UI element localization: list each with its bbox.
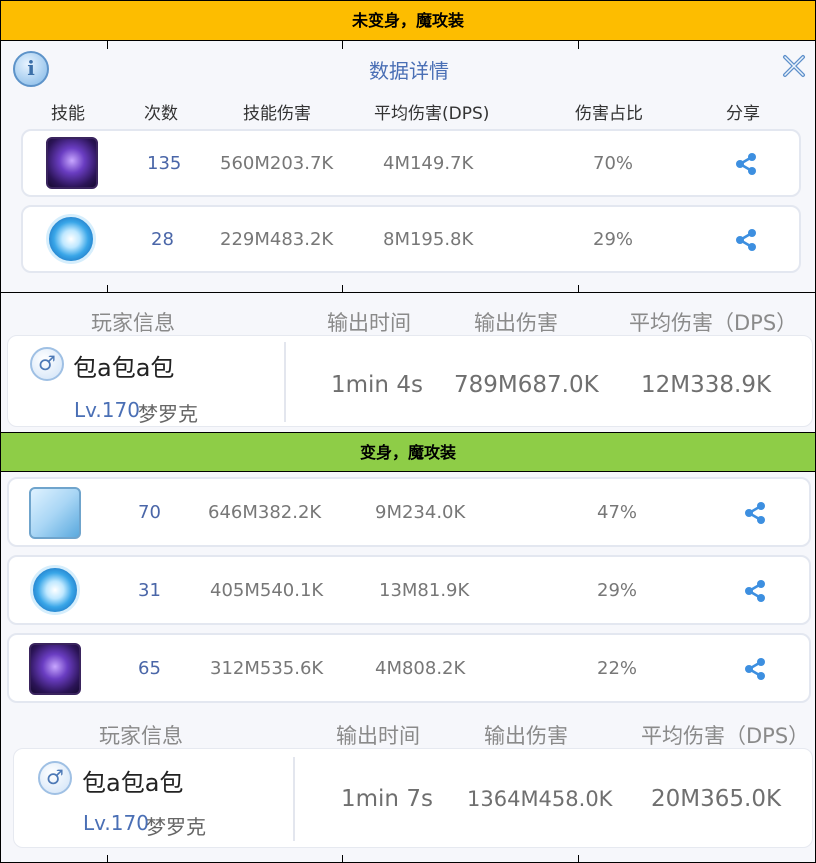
header-player-info: 玩家信息 bbox=[99, 724, 183, 748]
header-count: 次数 bbox=[144, 104, 178, 124]
banner-top: 未变身，魔攻装 bbox=[0, 0, 816, 41]
purple-burst-skill-icon bbox=[29, 643, 81, 695]
output-time: 1min 7s bbox=[341, 786, 433, 812]
header-avg-dps: 平均伤害（DPS） bbox=[629, 311, 798, 335]
header-avg-dps: 平均伤害（DPS） bbox=[641, 724, 810, 748]
skill-damage: 312M535.6K bbox=[210, 658, 324, 679]
divider bbox=[293, 757, 295, 841]
header-share: 分享 bbox=[726, 104, 760, 124]
header-output-time: 输出时间 bbox=[336, 724, 420, 748]
blue-orb-skill-icon bbox=[30, 565, 80, 615]
header-output-time: 输出时间 bbox=[327, 311, 411, 335]
crop-tick bbox=[342, 41, 343, 49]
crop-tick bbox=[578, 41, 579, 49]
skill-damage: 405M540.1K bbox=[210, 580, 324, 601]
player-name: 包a包a包 bbox=[73, 354, 175, 382]
header-dps: 平均伤害(DPS) bbox=[374, 104, 490, 124]
header-ratio: 伤害占比 bbox=[575, 104, 643, 124]
table-row: 70 646M382.2K 9M234.0K 47% bbox=[7, 477, 811, 547]
skill-count: 135 bbox=[147, 153, 182, 174]
skill-dps: 8M195.8K bbox=[383, 229, 474, 250]
skill-count: 31 bbox=[138, 580, 161, 601]
share-icon[interactable] bbox=[742, 656, 768, 682]
crop-tick bbox=[107, 855, 108, 863]
sword-skill-icon bbox=[29, 487, 81, 539]
player-card: ♂ 包a包a包 Lv.170 梦罗克 1min 4s 789M687.0K 12… bbox=[7, 335, 813, 427]
skill-dps: 9M234.0K bbox=[375, 502, 466, 523]
skill-damage: 646M382.2K bbox=[208, 502, 322, 523]
header-damage: 技能伤害 bbox=[243, 104, 311, 124]
skill-list-section: 70 646M382.2K 9M234.0K 47% 31 405M540.1K… bbox=[0, 472, 816, 710]
table-row: 28 229M483.2K 8M195.8K 29% bbox=[21, 205, 801, 273]
damage-ratio: 29% bbox=[597, 580, 638, 601]
crop-tick bbox=[107, 285, 108, 293]
skill-dps: 4M808.2K bbox=[375, 658, 466, 679]
header-output-damage: 输出伤害 bbox=[474, 311, 558, 335]
table-row: 135 560M203.7K 4M149.7K 70% bbox=[21, 129, 801, 197]
skill-count: 28 bbox=[151, 229, 174, 250]
purple-burst-skill-icon bbox=[46, 137, 98, 189]
skill-count: 65 bbox=[138, 658, 161, 679]
crop-tick bbox=[578, 285, 579, 293]
close-icon[interactable] bbox=[781, 53, 807, 79]
share-icon[interactable] bbox=[742, 578, 768, 604]
header-player-info: 玩家信息 bbox=[91, 311, 175, 335]
player-job: 梦罗克 bbox=[138, 402, 198, 426]
skill-dps: 4M149.7K bbox=[383, 153, 474, 174]
average-dps: 12M338.9K bbox=[641, 372, 772, 398]
skill-damage: 560M203.7K bbox=[220, 153, 334, 174]
share-icon[interactable] bbox=[733, 151, 759, 177]
player-card: ♂ 包a包a包 Lv.170 梦罗克 1min 7s 1364M458.0K 2… bbox=[13, 748, 813, 848]
skill-damage: 229M483.2K bbox=[220, 229, 334, 250]
header-skill: 技能 bbox=[51, 104, 85, 124]
data-detail-panel: i 数据详情 技能 次数 技能伤害 平均伤害(DPS) 伤害占比 分享 135 … bbox=[0, 41, 816, 293]
player-job: 梦罗克 bbox=[146, 815, 206, 839]
banner-middle: 变身，魔攻装 bbox=[0, 432, 816, 472]
panel-title: 数据详情 bbox=[369, 59, 449, 83]
crop-tick bbox=[578, 855, 579, 863]
damage-ratio: 22% bbox=[597, 658, 638, 679]
skill-count: 70 bbox=[138, 502, 161, 523]
output-time: 1min 4s bbox=[331, 372, 423, 398]
player-level: Lv.170 bbox=[83, 811, 149, 835]
crop-tick bbox=[342, 855, 343, 863]
blue-orb-skill-icon bbox=[46, 214, 96, 264]
player-info-section: 玩家信息 输出时间 输出伤害 平均伤害（DPS） ♂ 包a包a包 Lv.170 … bbox=[0, 293, 816, 432]
damage-ratio: 29% bbox=[593, 229, 634, 250]
crop-tick bbox=[107, 41, 108, 49]
output-damage: 1364M458.0K bbox=[467, 787, 613, 811]
header-output-damage: 输出伤害 bbox=[484, 724, 568, 748]
damage-ratio: 47% bbox=[597, 502, 638, 523]
player-level: Lv.170 bbox=[74, 398, 140, 422]
average-dps: 20M365.0K bbox=[651, 786, 782, 812]
player-name: 包a包a包 bbox=[82, 769, 184, 797]
male-icon: ♂ bbox=[38, 761, 72, 795]
divider bbox=[284, 342, 286, 422]
share-icon[interactable] bbox=[733, 227, 759, 253]
player-info-section: 玩家信息 输出时间 输出伤害 平均伤害（DPS） ♂ 包a包a包 Lv.170 … bbox=[0, 710, 816, 863]
share-icon[interactable] bbox=[742, 500, 768, 526]
skill-dps: 13M81.9K bbox=[379, 580, 470, 601]
table-row: 65 312M535.6K 4M808.2K 22% bbox=[7, 633, 811, 703]
table-row: 31 405M540.1K 13M81.9K 29% bbox=[7, 555, 811, 625]
male-icon: ♂ bbox=[30, 347, 64, 381]
damage-ratio: 70% bbox=[593, 153, 634, 174]
output-damage: 789M687.0K bbox=[454, 372, 599, 398]
crop-tick bbox=[342, 285, 343, 293]
